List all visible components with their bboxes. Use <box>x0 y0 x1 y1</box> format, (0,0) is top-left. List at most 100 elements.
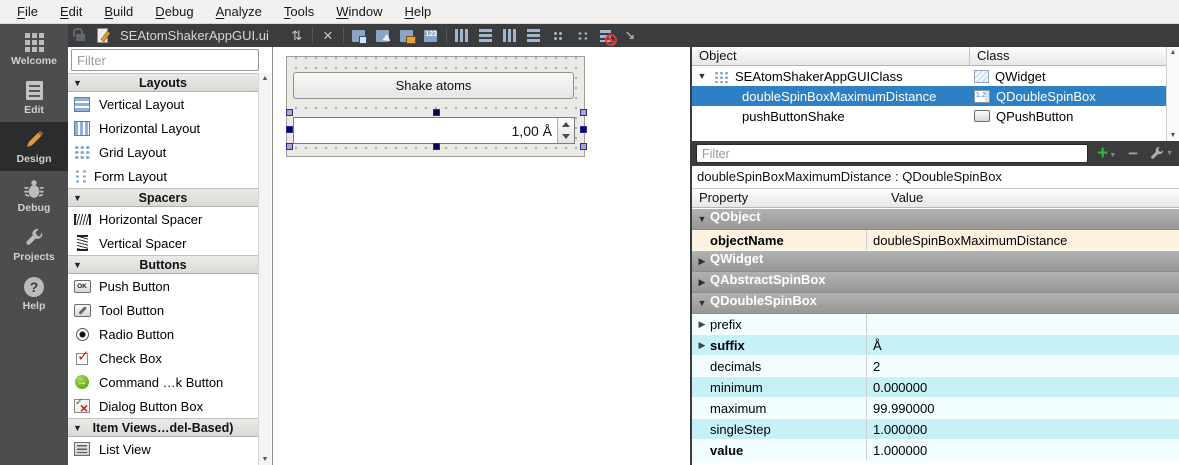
remove-dynamic-property-button[interactable]: − <box>1128 144 1138 164</box>
spin-down-icon[interactable] <box>558 131 574 144</box>
property-row-value[interactable]: value 1.000000 <box>692 440 1179 461</box>
shake-atoms-button[interactable]: Shake atoms <box>293 72 574 99</box>
mode-edit[interactable]: Edit <box>0 73 68 122</box>
selection-handle-right-middle[interactable] <box>580 126 587 133</box>
document-switcher-icon[interactable] <box>285 24 309 47</box>
menu-analyze[interactable]: Analyze <box>205 0 273 23</box>
menu-debug[interactable]: Debug <box>144 0 204 23</box>
expand-icon[interactable] <box>695 71 709 81</box>
property-group-qwidget[interactable]: QWidget <box>692 251 1179 272</box>
property-row-minimum[interactable]: minimum 0.000000 <box>692 377 1179 398</box>
selection-handle-top-left[interactable] <box>286 109 293 116</box>
widget-tool-button[interactable]: Tool Button <box>68 298 258 322</box>
layout-vertical-splitter-icon[interactable] <box>522 24 546 47</box>
widget-push-button[interactable]: Push Button <box>68 274 258 298</box>
edit-widgets-icon[interactable] <box>347 24 371 47</box>
scroll-up-icon[interactable]: ▲ <box>259 75 271 82</box>
widget-check-box[interactable]: Check Box <box>68 346 258 370</box>
edit-tab-order-icon[interactable] <box>419 24 443 47</box>
property-value[interactable]: Å <box>866 335 1179 355</box>
property-group-qobject[interactable]: QObject <box>692 209 1179 230</box>
widget-filter-input[interactable] <box>71 49 259 71</box>
spin-up-icon[interactable] <box>558 118 574 131</box>
close-document-icon[interactable] <box>316 24 340 47</box>
document-title[interactable]: SEAtomShakerAppGUI.ui <box>120 28 269 43</box>
property-row-prefix[interactable]: prefix <box>692 314 1179 335</box>
widget-command-link-button[interactable]: Command …k Button <box>68 370 258 394</box>
property-row-objectname[interactable]: objectName doubleSpinBoxMaximumDistance <box>692 230 1179 251</box>
property-value[interactable]: 1.000000 <box>866 419 1179 439</box>
property-value[interactable]: 99.990000 <box>866 398 1179 418</box>
edit-signals-slots-icon[interactable] <box>371 24 395 47</box>
expand-icon[interactable] <box>694 335 710 356</box>
layout-horizontal-splitter-icon[interactable] <box>498 24 522 47</box>
scroll-down-icon[interactable]: ▼ <box>259 456 271 463</box>
spinbox-up-down-buttons[interactable] <box>557 118 574 143</box>
widget-vertical-layout[interactable]: Vertical Layout <box>68 92 258 116</box>
widget-horizontal-spacer[interactable]: Horizontal Spacer <box>68 207 258 231</box>
property-row-singlestep[interactable]: singleStep 1.000000 <box>692 419 1179 440</box>
object-row-form[interactable]: SEAtomShakerAppGUIClass QWidget <box>692 66 1179 86</box>
column-header-class[interactable]: Class <box>970 47 1179 65</box>
scroll-up-icon[interactable]: ▲ <box>1167 49 1179 56</box>
menu-help[interactable]: Help <box>393 0 442 23</box>
widget-box-scrollbar[interactable]: ▲ ▼ <box>258 73 271 465</box>
section-header-spacers[interactable]: Spacers <box>68 188 258 207</box>
menu-tools[interactable]: Tools <box>273 0 325 23</box>
property-value[interactable]: 1.000000 <box>866 440 1179 460</box>
scroll-down-icon[interactable]: ▼ <box>1167 132 1179 139</box>
edit-buddies-icon[interactable] <box>395 24 419 47</box>
property-value[interactable]: 0.000000 <box>866 377 1179 397</box>
menu-file[interactable]: File <box>6 0 49 23</box>
widget-dialog-button-box[interactable]: Dialog Button Box <box>68 394 258 418</box>
expand-icon[interactable] <box>694 314 710 335</box>
mode-help[interactable]: ? Help <box>0 269 68 318</box>
widget-grid-layout[interactable]: Grid Layout <box>68 140 258 164</box>
property-group-qdoublespinbox[interactable]: QDoubleSpinBox <box>692 293 1179 314</box>
selection-handle-bottom-left[interactable] <box>286 143 293 150</box>
menu-edit[interactable]: Edit <box>49 0 93 23</box>
selection-handle-bottom-middle[interactable] <box>433 143 440 150</box>
property-row-decimals[interactable]: decimals 2 <box>692 356 1179 377</box>
widget-list-view[interactable]: List View <box>68 437 258 461</box>
object-row-pushbutton[interactable]: pushButtonShake QPushButton <box>692 106 1179 126</box>
adjust-size-icon[interactable] <box>618 24 642 47</box>
section-header-buttons[interactable]: Buttons <box>68 255 258 274</box>
layout-vertical-icon[interactable] <box>474 24 498 47</box>
column-header-value[interactable]: Value <box>884 189 923 207</box>
widget-form-layout[interactable]: Form Layout <box>68 164 258 188</box>
expand-icon[interactable] <box>694 251 710 271</box>
mode-welcome[interactable]: Welcome <box>0 24 68 73</box>
selection-handle-bottom-right[interactable] <box>580 143 587 150</box>
layout-form-icon[interactable] <box>570 24 594 47</box>
mode-projects[interactable]: Projects <box>0 220 68 269</box>
layout-grid-icon[interactable] <box>546 24 570 47</box>
maximum-distance-spinbox[interactable]: 1,00 Å <box>293 117 575 144</box>
section-header-item-views[interactable]: Item Views…del-Based) <box>68 418 258 437</box>
widget-vertical-spacer[interactable]: Vertical Spacer <box>68 231 258 255</box>
mode-design[interactable]: Design <box>0 122 68 171</box>
menu-build[interactable]: Build <box>93 0 144 23</box>
column-header-object[interactable]: Object <box>692 47 970 65</box>
object-row-spinbox[interactable]: doubleSpinBoxMaximumDistance QDoubleSpin… <box>692 86 1179 106</box>
widget-horizontal-layout[interactable]: Horizontal Layout <box>68 116 258 140</box>
column-header-property[interactable]: Property <box>692 189 884 207</box>
expand-icon[interactable] <box>694 272 710 292</box>
property-filter-input[interactable] <box>696 144 1088 163</box>
section-header-layouts[interactable]: Layouts <box>68 73 258 92</box>
menu-window[interactable]: Window <box>325 0 393 23</box>
configure-property-editor-button[interactable]: ▼ <box>1150 146 1173 161</box>
property-row-maximum[interactable]: maximum 99.990000 <box>692 398 1179 419</box>
selection-handle-left-middle[interactable] <box>286 126 293 133</box>
property-value[interactable] <box>866 314 1179 334</box>
mode-debug[interactable]: Debug <box>0 171 68 220</box>
selection-handle-top-middle[interactable] <box>433 109 440 116</box>
layout-horizontal-icon[interactable] <box>450 24 474 47</box>
property-group-qabstractspinbox[interactable]: QAbstractSpinBox <box>692 272 1179 293</box>
break-layout-icon[interactable] <box>594 24 618 47</box>
property-row-suffix[interactable]: suffix Å <box>692 335 1179 356</box>
add-dynamic-property-button[interactable]: +▼ <box>1097 144 1116 163</box>
property-value[interactable]: doubleSpinBoxMaximumDistance <box>866 230 1179 250</box>
designed-form[interactable]: Shake atoms 1,00 Å <box>286 56 585 157</box>
expand-icon[interactable] <box>694 209 710 229</box>
